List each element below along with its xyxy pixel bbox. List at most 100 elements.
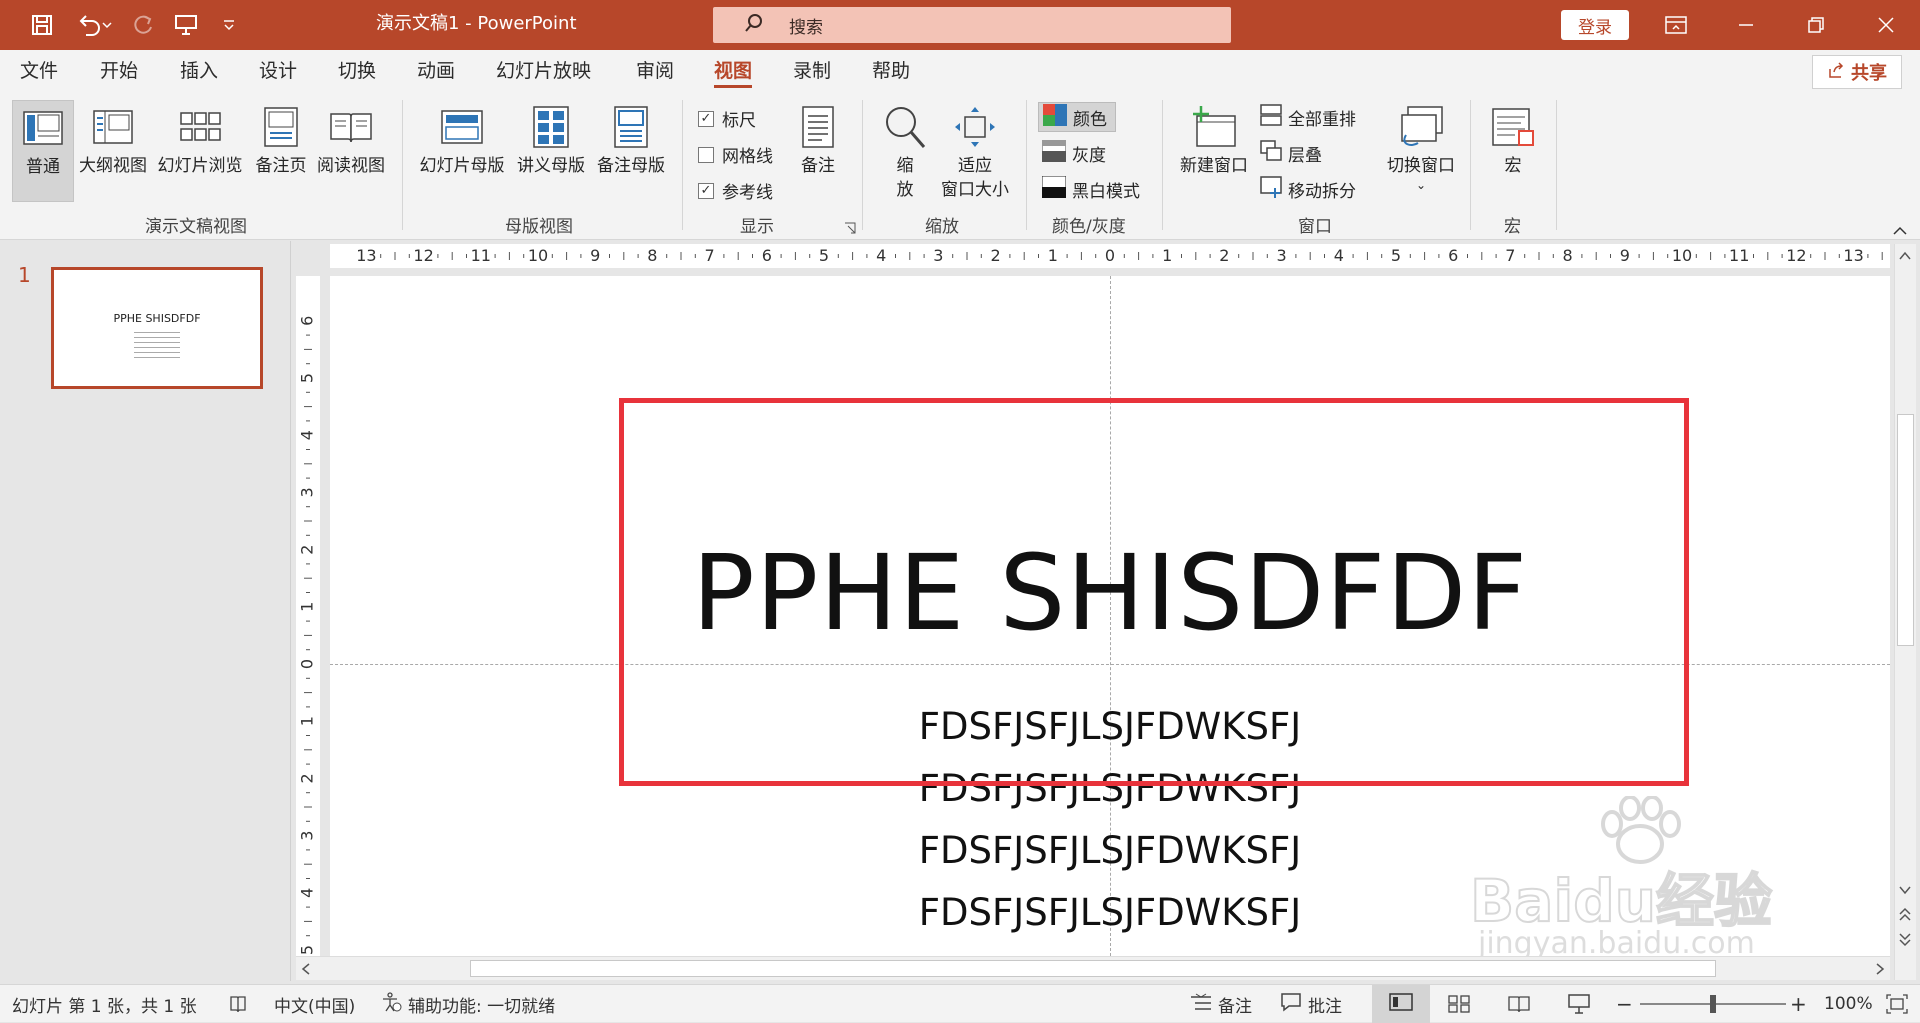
tab-record[interactable]: 录制 [793, 50, 831, 92]
search-input[interactable]: 搜索 [713, 7, 1231, 43]
slide-count-status: 幻灯片 第 1 张，共 1 张 [12, 996, 197, 1017]
tab-animations[interactable]: 动画 [417, 50, 455, 92]
macros-button[interactable]: 宏 [1482, 100, 1544, 202]
minimize-icon[interactable] [1716, 0, 1776, 50]
save-icon[interactable] [24, 8, 60, 42]
arrange-all-icon [1260, 103, 1282, 131]
zoom-slider-thumb[interactable] [1710, 995, 1716, 1013]
ruler-label: 5 [1391, 246, 1401, 265]
zoom-slider[interactable] [1640, 995, 1786, 1013]
language-status[interactable]: 中文(中国) [274, 985, 355, 1023]
new-window-button[interactable]: 新建窗口 [1174, 100, 1254, 202]
previous-slide-icon[interactable] [1898, 906, 1912, 926]
slide-sorter-status-icon[interactable] [1448, 985, 1470, 1023]
notes-page-button[interactable]: 备注页 [250, 100, 312, 202]
move-split-button[interactable]: 移动拆分 [1256, 174, 1360, 204]
ruler-label: 5 [298, 945, 317, 955]
ribbon-separator [402, 100, 403, 230]
undo-icon[interactable] [70, 8, 118, 42]
gridlines-checkbox[interactable]: 网格线 [698, 142, 773, 167]
horizontal-scrollbar[interactable] [296, 956, 1890, 980]
move-split-icon [1260, 175, 1282, 203]
arrange-all-button[interactable]: 全部重排 [1256, 102, 1360, 132]
fit-to-window-button[interactable]: 适应 窗口大小 [936, 100, 1014, 210]
tab-slideshow[interactable]: 幻灯片放映 [496, 50, 591, 92]
switch-windows-button[interactable]: 切换窗口 ⌄ [1380, 100, 1462, 210]
spell-check-icon[interactable] [228, 985, 248, 1023]
horizontal-scroll-thumb[interactable] [470, 960, 1716, 977]
accessibility-status[interactable]: 辅助功能: 一切就绪 [380, 985, 555, 1023]
close-icon[interactable] [1856, 0, 1916, 50]
group-label-color: 颜色/灰度 [1052, 217, 1126, 237]
comments-status-button[interactable]: 批注 [1280, 985, 1342, 1023]
reading-view-icon [329, 100, 373, 154]
normal-view-status-icon [1389, 992, 1413, 1016]
cascade-button[interactable]: 层叠 [1256, 138, 1326, 168]
scroll-right-icon[interactable] [1874, 962, 1886, 980]
slide-thumbnail[interactable]: PPHE SHISDFDF [51, 267, 263, 389]
checkmark-icon: ✓ [698, 110, 714, 127]
redo-icon[interactable] [126, 8, 160, 42]
slideshow-status-icon[interactable] [1568, 985, 1590, 1023]
notes-toggle-button[interactable]: 备注 [792, 100, 844, 202]
zoom-in-icon[interactable]: + [1790, 985, 1807, 1023]
zoom-button[interactable]: 缩 放 [874, 100, 936, 210]
status-bar: 幻灯片 第 1 张，共 1 张 中文(中国) 辅助功能: 一切就绪 备注 批注 … [0, 984, 1920, 1023]
slide-sorter-button[interactable]: 幻灯片浏览 [154, 100, 246, 202]
macros-label: 宏 [1504, 156, 1522, 176]
scroll-down-icon[interactable] [1898, 882, 1912, 900]
ruler-label: 1 [298, 602, 317, 612]
slide-canvas[interactable]: PPHE SHISDFDF FDSFJSFJLSJFDWKSFJ FDSFJSF… [330, 276, 1890, 956]
vertical-scroll-thumb[interactable] [1897, 414, 1914, 646]
next-slide-icon[interactable] [1898, 932, 1912, 952]
presentation-icon[interactable] [168, 8, 204, 42]
zoom-out-icon[interactable]: − [1616, 985, 1633, 1023]
tab-transitions[interactable]: 切换 [338, 50, 376, 92]
notes-master-button[interactable]: 备注母版 [592, 100, 670, 202]
scroll-left-icon[interactable] [300, 962, 312, 980]
slide-master-icon [441, 100, 483, 154]
fit-slide-icon[interactable] [1886, 985, 1908, 1023]
login-button[interactable]: 登录 [1561, 10, 1629, 40]
customize-toolbar-icon[interactable] [214, 8, 244, 42]
slide-master-label: 幻灯片母版 [419, 156, 505, 176]
collapse-ribbon-icon[interactable] [1892, 222, 1908, 240]
tab-home[interactable]: 开始 [100, 50, 138, 92]
watermark-url: jingyan.baidu.com [1478, 926, 1755, 956]
ribbon-separator [1162, 100, 1163, 230]
vertical-scrollbar[interactable] [1894, 244, 1916, 980]
ruler-checkbox[interactable]: ✓ 标尺 [698, 106, 756, 131]
scroll-up-icon[interactable] [1898, 248, 1912, 266]
tab-review[interactable]: 审阅 [636, 50, 674, 92]
restore-icon[interactable] [1786, 0, 1846, 50]
dialog-launcher-icon[interactable] [844, 220, 856, 238]
tab-view[interactable]: 视图 [714, 50, 753, 92]
normal-view-button[interactable]: 普通 [12, 100, 74, 202]
black-white-button[interactable]: 黑白模式 [1038, 174, 1144, 204]
tab-insert[interactable]: 插入 [180, 50, 218, 92]
notes-status-label: 备注 [1218, 996, 1252, 1017]
tab-file[interactable]: 文件 [20, 50, 58, 92]
grayscale-button[interactable]: 灰度 [1038, 138, 1110, 168]
slide-master-button[interactable]: 幻灯片母版 [414, 100, 510, 202]
horizontal-ruler-ticks: 13 12 11 10 9 8 7 6 5 4 3 2 1 0 1 2 3 4 5 6 7 8 9 10 11 12 13 [356, 246, 1883, 265]
handout-master-button[interactable]: 讲义母版 [512, 100, 590, 202]
zoom-level[interactable]: 100% [1824, 985, 1873, 1023]
color-button[interactable]: 颜色 [1038, 102, 1116, 132]
thumbnail-title: PPHE SHISDFDF [113, 312, 201, 325]
ruler-label: 7 [1505, 246, 1515, 265]
outline-view-button[interactable]: 大纲视图 [76, 100, 150, 202]
tab-help[interactable]: 帮助 [872, 50, 910, 92]
normal-view-status-button[interactable] [1372, 985, 1430, 1023]
share-button[interactable]: 共享 [1812, 55, 1902, 89]
notes-status-button[interactable]: 备注 [1190, 985, 1252, 1023]
ruler-label: 3 [933, 246, 943, 265]
tab-design[interactable]: 设计 [259, 50, 297, 92]
gridlines-label: 网格线 [722, 147, 773, 167]
group-label-zoom: 缩放 [925, 217, 959, 237]
ribbon-display-options-icon[interactable] [1646, 0, 1706, 50]
ruler-label: 5 [298, 373, 317, 383]
reading-view-status-icon[interactable] [1508, 985, 1530, 1023]
reading-view-button[interactable]: 阅读视图 [314, 100, 388, 202]
guides-checkbox[interactable]: ✓ 参考线 [698, 178, 773, 203]
